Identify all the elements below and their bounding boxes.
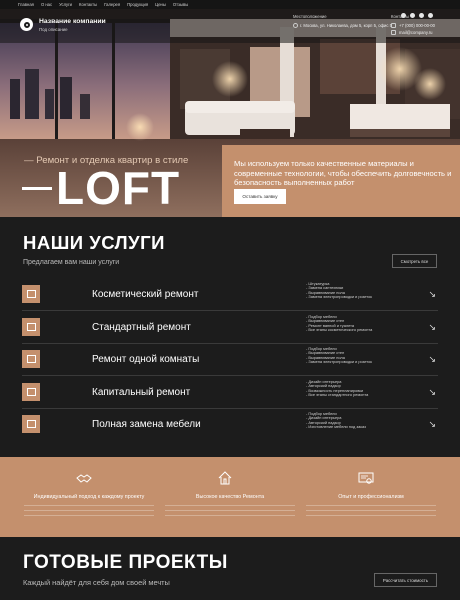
standard-repair-icon	[22, 318, 40, 336]
mail-icon	[391, 30, 396, 35]
title-dash	[22, 187, 52, 191]
cosmetic-repair-icon	[22, 285, 40, 303]
furniture-icon	[22, 415, 40, 433]
request-button[interactable]: Оставить заявку	[234, 189, 286, 204]
hero-title: LOFT	[22, 165, 180, 211]
feature-title: Индивидуальный подход к каждому проекту	[33, 494, 145, 500]
service-name: Капитальный ремонт	[92, 387, 191, 398]
text-placeholder-line	[306, 505, 436, 506]
capital-repair-icon	[22, 383, 40, 401]
service-details: - Подбор мебели - Выравнивание стен - Вы…	[306, 346, 372, 365]
text-placeholder-line	[24, 505, 154, 506]
company-tagline: Под описание	[39, 27, 68, 32]
service-details: - Штукатурка - Замена сантехники - Вырав…	[306, 281, 372, 300]
text-placeholder-line	[24, 515, 154, 516]
certificate-icon	[358, 472, 374, 484]
service-row[interactable]: Косметический ремонт - Штукатурка - Заме…	[22, 279, 438, 311]
location-label: Местоположение	[293, 14, 327, 19]
hero-description-panel: Мы используем только качественные матери…	[222, 145, 460, 217]
text-placeholder-line	[306, 510, 436, 511]
email-text[interactable]: mail@company.ru	[399, 30, 433, 35]
service-details: - Подбор мебели - Выравнивание стен - Ре…	[306, 314, 373, 333]
text-placeholder-line	[24, 510, 154, 511]
text-placeholder-line	[165, 515, 295, 516]
feature-title: Опыт и профессионализм	[338, 494, 404, 500]
page: Главная О нас Услуги Контакты Галерея Пр…	[0, 0, 460, 600]
arrow-down-right-icon[interactable]: ↘	[428, 387, 436, 398]
house-icon	[218, 471, 232, 485]
feature-card: Опыт и профессионализм	[296, 457, 446, 537]
projects-subtitle: Каждый найдёт для себя дом своей мечты	[23, 578, 170, 587]
address-text: г. Москва, ул. Николаева, дом 5, корп 5,…	[300, 23, 392, 28]
arrow-down-right-icon[interactable]: ↘	[428, 354, 436, 365]
service-details: - Подбор мебели - Дизайн интерьера - Авт…	[306, 411, 366, 430]
location-pin-icon	[293, 23, 298, 28]
services-subtitle: Предлагаем вам наши услуги	[23, 259, 120, 266]
feature-card: Индивидуальный подход к каждому проекту	[14, 457, 164, 537]
service-row[interactable]: Ремонт одной комнаты - Подбор мебели - В…	[22, 344, 438, 376]
vk-icon[interactable]	[401, 13, 406, 18]
calculate-cost-button[interactable]: Рассчитать стоимость	[374, 573, 437, 587]
nav-item-services[interactable]: Услуги	[59, 2, 72, 7]
hero-description: Мы используем только качественные матери…	[234, 159, 452, 188]
handshake-icon	[76, 474, 92, 483]
projects-title: ГОТОВЫЕ ПРОЕКТЫ	[23, 552, 228, 573]
arrow-down-right-icon[interactable]: ↘	[428, 419, 436, 430]
service-row[interactable]: Полная замена мебели - Подбор мебели - Д…	[22, 409, 438, 441]
nav-item-about[interactable]: О нас	[41, 2, 52, 7]
company-name[interactable]: Название компании	[39, 18, 106, 25]
social-icons	[401, 13, 433, 18]
company-logo-icon[interactable]	[20, 18, 33, 31]
nav-item-gallery[interactable]: Галерея	[104, 2, 120, 7]
features-section: Индивидуальный подход к каждому проекту …	[0, 457, 460, 537]
top-nav: Главная О нас Услуги Контакты Галерея Пр…	[0, 0, 460, 9]
service-row[interactable]: Капитальный ремонт - Дизайн интерьера - …	[22, 377, 438, 409]
phone-icon	[391, 23, 396, 28]
service-name: Ремонт одной комнаты	[92, 354, 200, 365]
phone-text[interactable]: +7 (000) 000-00-00	[399, 23, 435, 28]
nav-item-contacts[interactable]: Контакты	[79, 2, 97, 7]
service-detail: - Изготовление мебели под заказ	[306, 424, 366, 430]
hero-title-text: LOFT	[56, 162, 181, 214]
service-name: Стандартный ремонт	[92, 322, 191, 333]
text-placeholder-line	[306, 515, 436, 516]
room-repair-icon	[22, 350, 40, 368]
service-name: Полная замена мебели	[92, 419, 201, 430]
text-placeholder-line	[165, 510, 295, 511]
service-detail: - Все этапы косметического ремонта	[306, 327, 373, 333]
service-detail: - Замена электропроводки и розеток	[306, 359, 372, 365]
view-all-button[interactable]: Смотреть все	[392, 254, 437, 268]
telegram-icon[interactable]	[410, 13, 415, 18]
arrow-down-right-icon[interactable]: ↘	[428, 322, 436, 333]
nav-item-home[interactable]: Главная	[18, 2, 34, 7]
service-detail: - Все этапы стандартного ремонта	[306, 392, 369, 398]
nav-item-prices[interactable]: Цены	[155, 2, 166, 7]
service-name: Косметический ремонт	[92, 289, 199, 300]
service-details: - Дизайн интерьера - Авторский надзор - …	[306, 379, 369, 398]
feature-title: Высокое качество Ремонта	[195, 494, 265, 500]
text-placeholder-line	[165, 505, 295, 506]
nav-item-products[interactable]: Продукция	[127, 2, 148, 7]
service-detail: - Замена электропроводки и розеток	[306, 294, 372, 300]
whatsapp-icon[interactable]	[428, 13, 433, 18]
service-row[interactable]: Стандартный ремонт - Подбор мебели - Выр…	[22, 312, 438, 344]
arrow-down-right-icon[interactable]: ↘	[428, 289, 436, 300]
feature-card: Высокое качество Ремонта	[155, 457, 305, 537]
services-title: НАШИ УСЛУГИ	[23, 232, 165, 253]
twitter-icon[interactable]	[419, 13, 424, 18]
nav-item-reviews[interactable]: Отзывы	[173, 2, 188, 7]
